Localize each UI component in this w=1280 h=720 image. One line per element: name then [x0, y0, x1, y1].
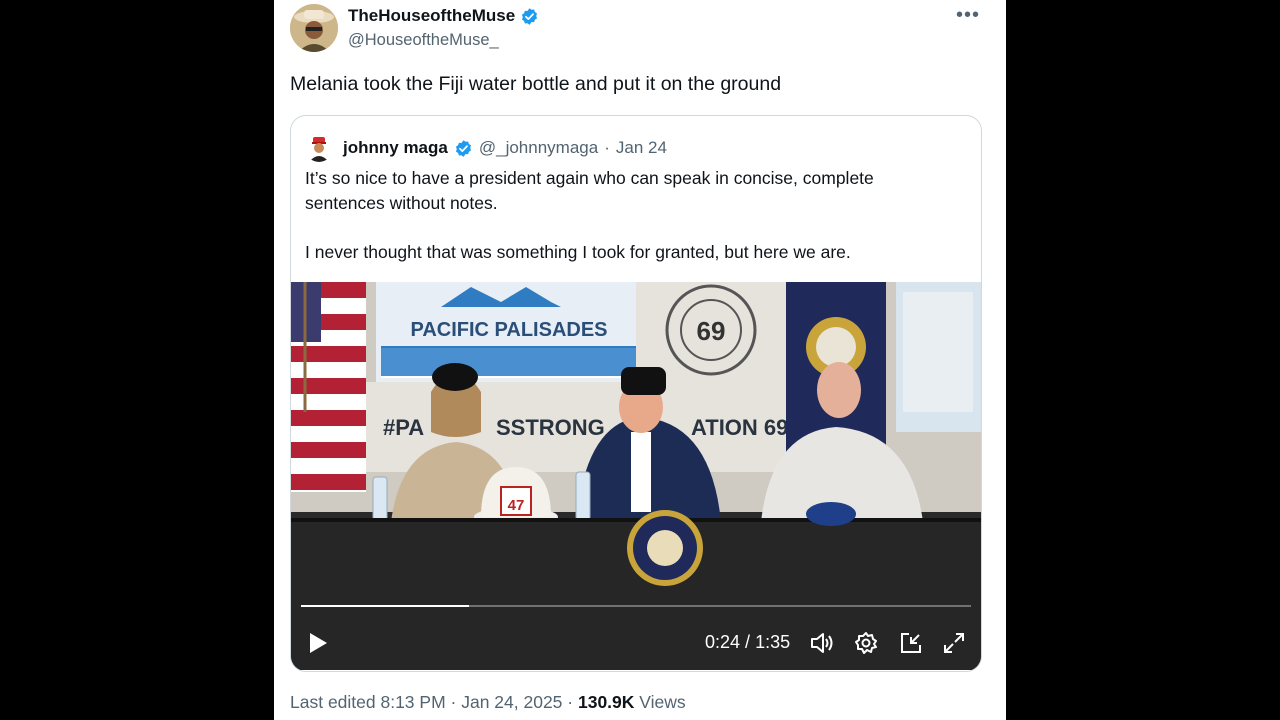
volume-icon[interactable] — [809, 631, 835, 660]
video-frame: PACIFIC PALISADES #PA SSTRONG ATION 69 6… — [291, 282, 981, 670]
hashtag-right: ATION 69 — [691, 415, 788, 440]
quoted-tweet[interactable]: johnny maga @_johnnymaga · Jan 24 It’s s… — [290, 115, 982, 672]
tweet-card: TheHouseoftheMuse @HouseoftheMuse_ ••• M… — [274, 0, 1006, 720]
us-flag — [291, 282, 366, 492]
quote-text: It’s so nice to have a president again w… — [305, 166, 955, 264]
author-name[interactable]: TheHouseoftheMuse — [348, 6, 539, 26]
more-dots-icon[interactable]: ••• — [956, 4, 980, 27]
settings-gear-icon[interactable] — [854, 631, 878, 660]
banner-title: PACIFIC PALISADES — [410, 319, 607, 341]
fullscreen-icon[interactable] — [942, 631, 966, 660]
verified-badge-icon — [520, 7, 539, 26]
video-player[interactable]: PACIFIC PALISADES #PA SSTRONG ATION 69 6… — [291, 282, 981, 670]
banner: PACIFIC PALISADES — [376, 282, 636, 382]
views-count: 130.9K — [577, 692, 635, 712]
picture-in-picture-icon[interactable] — [899, 631, 923, 660]
station-badge: 69 — [636, 282, 786, 382]
author-avatar[interactable] — [290, 4, 338, 52]
video-duration: 1:35 — [755, 632, 791, 652]
quote-author-name[interactable]: johnny maga — [343, 138, 448, 158]
quote-paragraph: I never thought that was something I too… — [305, 241, 851, 262]
author-handle[interactable]: @HouseoftheMuse_ — [348, 31, 499, 50]
hashtag-mid: SSTRONG — [496, 415, 605, 440]
badge-number: 69 — [697, 316, 726, 346]
quote-author-avatar[interactable] — [305, 134, 333, 162]
author-name-text: TheHouseoftheMuse — [348, 6, 516, 25]
tweet-footer: Last edited 8:13 PM · Jan 24, 2025 · 130… — [290, 692, 686, 713]
video-progress-bar[interactable] — [301, 605, 971, 607]
video-progress-fill — [301, 605, 469, 607]
last-edited[interactable]: Last edited 8:13 PM — [290, 692, 446, 713]
presidential-seal — [627, 510, 703, 586]
quote-paragraph: It’s so nice to have a president again w… — [305, 168, 874, 213]
video-current-time: 0:24 — [705, 632, 741, 652]
footer-separator: · — [445, 692, 462, 712]
video-time: 0:24 / 1:35 — [705, 632, 790, 653]
footer-separator: · — [562, 692, 578, 712]
views-label: Views — [634, 692, 686, 712]
quote-author-handle[interactable]: @_johnnymaga — [479, 138, 598, 158]
verified-badge-icon — [454, 139, 473, 158]
quote-header: johnny maga @_johnnymaga · Jan 24 — [305, 134, 667, 162]
video-time-separator: / — [740, 632, 756, 652]
helmet-number: 47 — [508, 497, 525, 514]
hashtag-left: #PA — [383, 415, 424, 440]
quote-separator: · — [604, 138, 610, 157]
quote-date[interactable]: Jan 24 — [616, 138, 667, 158]
tweet-text: Melania took the Fiji water bottle and p… — [290, 73, 782, 95]
play-icon[interactable] — [307, 631, 329, 660]
post-date[interactable]: Jan 24, 2025 — [461, 692, 562, 713]
